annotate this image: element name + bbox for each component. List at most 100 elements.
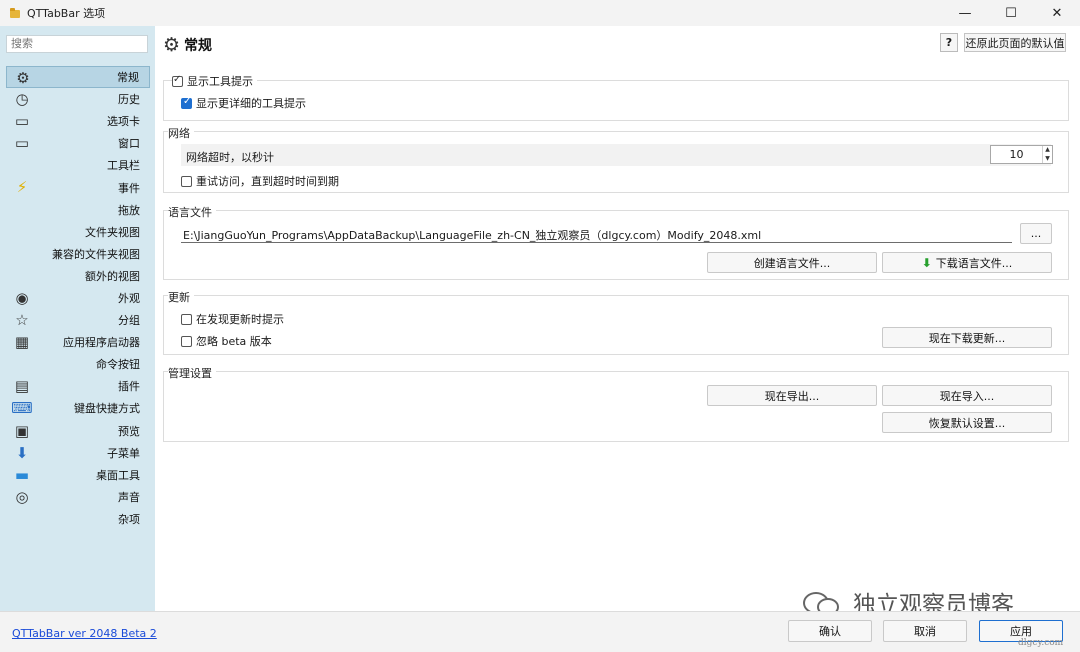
create-language-file-label: 创建语言文件... [753,256,831,270]
sidebar-item-label: 预览 [118,424,140,438]
sidebar-item-sound[interactable]: ◎ 声音 [6,486,150,508]
preview-icon: ▣ [14,421,30,440]
sidebar-item-label: 兼容的文件夹视图 [52,247,140,261]
footer-bar: QTTabBar ver 2048 Beta 2 确认 取消 应用 [0,611,1080,652]
language-group-label: 语言文件 [168,204,216,220]
language-file-path-input[interactable]: E:\JiangGuoYun_Programs\AppDataBackup\La… [181,224,1012,243]
minimize-button[interactable]: — [942,0,988,26]
page-title: 常规 [184,38,213,54]
show-tooltips-label: 显示工具提示 [187,75,253,88]
download-language-file-label: 下载语言文件... [935,256,1013,270]
title-bar: QTTabBar 选项 — ☐ ✕ [0,0,1080,26]
sidebar-nav: ⚙ 常规 ◷ 历史 ▭ 选项卡 ▭ 窗口 工具栏 ⚡ 事件 拖放 文件夹视图 兼… [6,66,150,530]
sidebar-item-app-launcher[interactable]: ▦ 应用程序启动器 [6,331,150,353]
sidebar-item-plugins[interactable]: ▤ 插件 [6,375,150,397]
sidebar-item-folder-view[interactable]: 文件夹视图 [6,221,150,243]
sidebar-item-label: 文件夹视图 [85,225,140,239]
sidebar-item-label: 插件 [118,380,140,394]
timeout-label: 网络超时，以秒计 [186,151,274,164]
desktop-icon: ▬ [14,465,30,484]
sidebar-item-label: 声音 [118,490,140,504]
keyboard-icon: ⌨ [11,399,33,418]
update-group-label: 更新 [168,289,194,305]
window-title: QTTabBar 选项 [27,7,106,20]
timeout-value: 10 [1009,148,1024,161]
show-tooltips-checkbox[interactable] [172,74,183,87]
download-update-button[interactable]: 现在下载更新... [882,327,1052,348]
sidebar-item-label: 命令按钮 [96,358,140,372]
retry-row[interactable]: 重试访问，直到超时时间到期 [181,173,339,189]
watermark-url: dlgcy.com [1018,638,1064,648]
sidebar-item-toolbar[interactable]: 工具栏 [6,154,150,176]
sidebar-item-keyboard-shortcuts[interactable]: ⌨ 键盘快捷方式 [6,397,150,419]
sidebar-item-label: 选项卡 [107,115,140,129]
sidebar-item-compat-folder-view[interactable]: 兼容的文件夹视图 [6,243,150,265]
speaker-icon: ◎ [15,487,29,506]
sidebar: ⚙ 常规 ◷ 历史 ▭ 选项卡 ▭ 窗口 工具栏 ⚡ 事件 拖放 文件夹视图 兼… [0,26,155,611]
star-icon: ☆ [15,311,29,330]
sidebar-item-history[interactable]: ◷ 历史 [6,88,150,110]
restore-defaults-button[interactable]: 还原此页面的默认值 [964,33,1066,52]
sidebar-item-general[interactable]: ⚙ 常规 [6,66,150,89]
sidebar-item-window[interactable]: ▭ 窗口 [6,132,150,154]
sidebar-item-label: 窗口 [118,137,140,151]
sidebar-item-preview[interactable]: ▣ 预览 [6,420,150,442]
gear-icon: ⚙ [163,34,181,56]
close-button[interactable]: ✕ [1034,0,1080,26]
sidebar-item-groups[interactable]: ☆ 分组 [6,309,150,331]
ok-button[interactable]: 确认 [788,620,872,642]
sidebar-item-label: 外观 [118,291,140,305]
search-input[interactable] [6,35,148,53]
maximize-button[interactable]: ☐ [988,0,1034,26]
sidebar-item-label: 事件 [118,181,140,195]
admin-group-label: 管理设置 [168,365,216,381]
retry-checkbox[interactable] [181,175,192,187]
folder-icon [9,7,21,19]
ignore-beta-row[interactable]: 忽略 beta 版本 [181,333,272,349]
reset-defaults-button[interactable]: 恢复默认设置... [882,412,1052,433]
show-detailed-tooltips-checkbox[interactable] [181,96,192,109]
stepper-arrows[interactable]: ▲ ▼ [1042,146,1052,163]
sidebar-item-tabs[interactable]: ▭ 选项卡 [6,110,150,132]
download-language-file-button[interactable]: ⬇ 下载语言文件... [882,252,1052,273]
sidebar-item-events[interactable]: ⚡ 事件 [6,176,150,198]
download-arrow-icon: ⬇ [921,255,932,270]
sidebar-item-label: 额外的视图 [85,269,140,283]
main-panel: ⚙ 常规 ? 还原此页面的默认值 显示工具提示 显示更详细的工具提示 网络 网络… [155,26,1080,611]
sidebar-item-label: 历史 [118,93,140,107]
sidebar-item-command-buttons[interactable]: 命令按钮 [6,353,150,375]
sidebar-item-label: 拖放 [118,203,140,217]
sidebar-item-drag-drop[interactable]: 拖放 [6,199,150,221]
create-language-file-button[interactable]: 创建语言文件... [707,252,877,273]
stepper-down-icon[interactable]: ▼ [1043,155,1052,164]
sidebar-item-appearance[interactable]: ◉ 外观 [6,287,150,309]
export-button[interactable]: 现在导出... [707,385,877,406]
timeout-row-bg [181,144,1051,166]
sidebar-item-label: 工具栏 [107,159,140,173]
show-tooltips-row[interactable]: 显示工具提示 [172,73,257,89]
browse-button[interactable]: ... [1020,223,1052,244]
tab-icon: ▭ [14,112,30,131]
sidebar-item-submenu[interactable]: ⬇ 子菜单 [6,442,150,464]
cancel-button[interactable]: 取消 [883,620,967,642]
sidebar-item-desktop-tools[interactable]: ▬ 桌面工具 [6,464,150,486]
retry-label: 重试访问，直到超时时间到期 [196,175,339,188]
sidebar-item-misc[interactable]: 杂项 [6,508,150,530]
lightning-icon: ⚡ [16,178,28,197]
show-detailed-tooltips-row[interactable]: 显示更详细的工具提示 [181,95,306,111]
timeout-stepper[interactable]: 10 ▲ ▼ [990,145,1053,164]
show-detailed-tooltips-label: 显示更详细的工具提示 [196,97,306,110]
help-button[interactable]: ? [940,33,958,52]
page-header: ⚙ 常规 [163,34,212,56]
sidebar-item-label: 常规 [117,71,139,85]
network-group-label: 网络 [168,125,194,141]
sidebar-item-label: 分组 [118,314,140,328]
ignore-beta-label: 忽略 beta 版本 [196,335,272,348]
notify-updates-row[interactable]: 在发现更新时提示 [181,311,284,327]
version-link[interactable]: QTTabBar ver 2048 Beta 2 [12,627,157,640]
notify-updates-checkbox[interactable] [181,313,192,325]
ignore-beta-checkbox[interactable] [181,335,192,347]
import-button[interactable]: 现在导入... [882,385,1052,406]
sidebar-item-extra-views[interactable]: 额外的视图 [6,265,150,287]
stepper-up-icon[interactable]: ▲ [1043,146,1052,155]
